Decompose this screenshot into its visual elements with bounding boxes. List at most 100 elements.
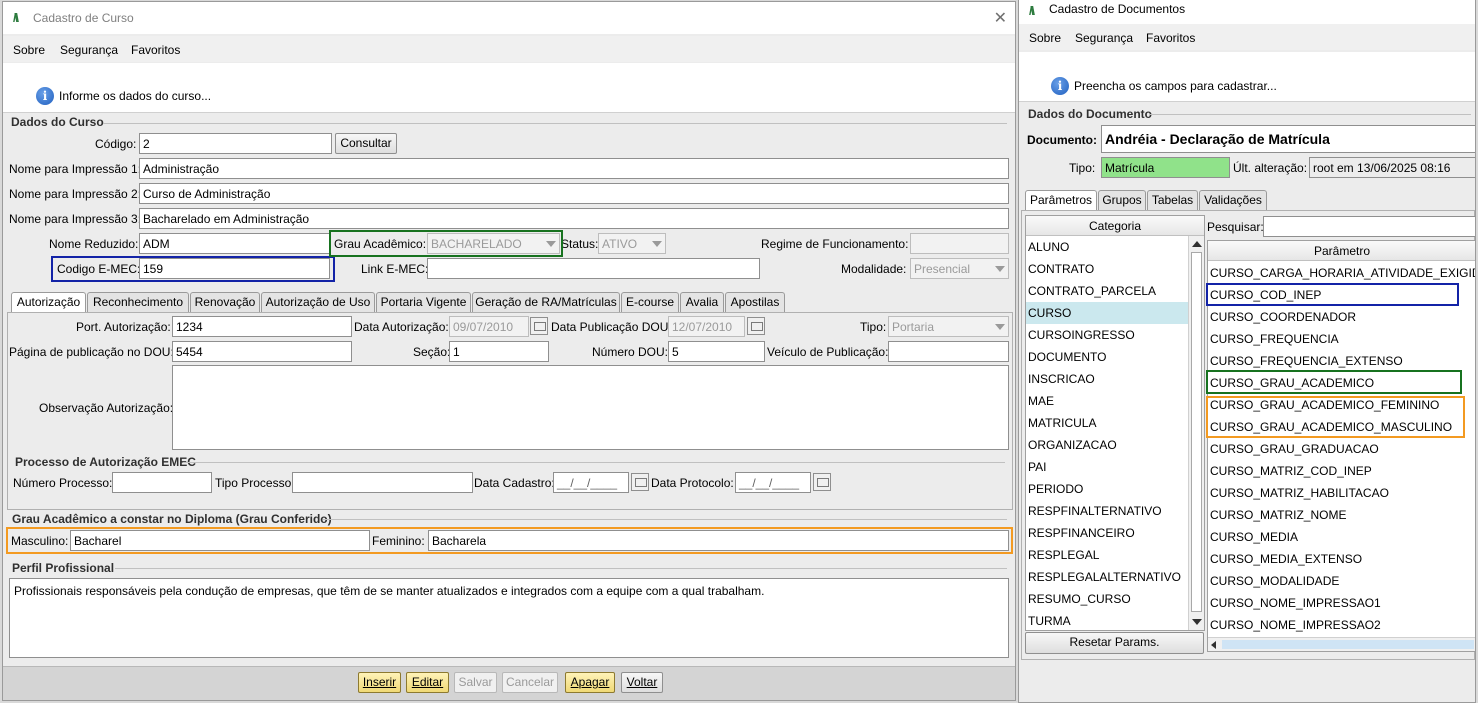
calendar-icon[interactable] (813, 473, 831, 491)
tab-validacoes[interactable]: Validações (1199, 190, 1267, 210)
perfil-textarea[interactable]: Profissionais responsáveis pela condução… (9, 578, 1009, 658)
tipo-processo-field[interactable] (292, 472, 473, 493)
status-select[interactable]: ATIVO (598, 233, 666, 254)
parametro-item[interactable]: CURSO_GRAU_ACADEMICO (1208, 372, 1475, 394)
tab-apostilas[interactable]: Apostilas (725, 292, 785, 312)
editar-button[interactable]: Editar (406, 672, 449, 693)
nome1-field[interactable]: Administração (139, 158, 1009, 179)
tab-reconhecimento[interactable]: Reconhecimento (87, 292, 189, 312)
pesquisar-input[interactable] (1263, 216, 1475, 237)
nome3-field[interactable]: Bacharelado em Administração (139, 208, 1009, 229)
parametro-item[interactable]: CURSO_FREQUENCIA (1208, 328, 1475, 350)
menu-sobre[interactable]: Sobre (13, 43, 45, 57)
scroll-down-icon[interactable] (1192, 619, 1202, 625)
data-protocolo-field[interactable]: __/__/____ (735, 472, 811, 493)
menu-sobre[interactable]: Sobre (1029, 31, 1061, 45)
voltar-button[interactable]: Voltar (621, 672, 663, 693)
documento-field[interactable]: Andréia - Declaração de Matrícula (1101, 125, 1475, 153)
parametro-item[interactable]: CURSO_COORDENADOR (1208, 306, 1475, 328)
tab-parametros[interactable]: Parâmetros (1025, 190, 1097, 211)
grau-academico-select[interactable]: BACHARELADO (427, 233, 560, 254)
numero-dou-field[interactable]: 5 (668, 341, 765, 362)
categoria-item[interactable]: CURSOINGRESSO (1026, 324, 1204, 346)
modalidade-select[interactable]: Presencial (910, 258, 1009, 279)
menu-seguranca[interactable]: Segurança (1075, 31, 1133, 45)
inserir-button[interactable]: Inserir (358, 672, 401, 693)
categoria-item[interactable]: RESPFINANCEIRO (1026, 522, 1204, 544)
tab-portaria-vigente[interactable]: Portaria Vigente (376, 292, 471, 312)
nome-reduzido-field[interactable]: ADM (139, 233, 330, 254)
apagar-button[interactable]: Apagar (565, 672, 615, 693)
emec-field[interactable]: 159 (139, 258, 330, 279)
tipo-select[interactable]: Portaria (888, 316, 1009, 337)
calendar-icon[interactable] (530, 317, 548, 335)
nome2-field[interactable]: Curso de Administração (139, 183, 1009, 204)
numero-processo-field[interactable] (112, 472, 212, 493)
scroll-up-icon[interactable] (1192, 241, 1202, 247)
link-emec-field[interactable] (427, 258, 760, 279)
parametro-item[interactable]: CURSO_COD_INEP (1208, 284, 1475, 306)
calendar-icon[interactable] (747, 317, 765, 335)
salvar-button[interactable]: Salvar (454, 672, 497, 693)
categoria-item[interactable]: RESPLEGAL (1026, 544, 1204, 566)
parametro-item[interactable]: CURSO_MODALIDADE (1208, 570, 1475, 592)
parametro-list[interactable]: Parâmetro CURSO_CARGA_HORARIA_ATIVIDADE_… (1207, 240, 1475, 652)
cancelar-button[interactable]: Cancelar (502, 672, 558, 693)
codigo-field[interactable]: 2 (139, 133, 332, 154)
parametro-item[interactable]: CURSO_MATRIZ_COD_INEP (1208, 460, 1475, 482)
parametro-item[interactable]: CURSO_MATRIZ_HABILITACAO (1208, 482, 1475, 504)
masculino-field[interactable]: Bacharel (70, 530, 370, 551)
secao-field[interactable]: 1 (449, 341, 549, 362)
categoria-item[interactable]: CONTRATO (1026, 258, 1204, 280)
observacao-textarea[interactable] (172, 365, 1009, 450)
parametro-item[interactable]: CURSO_MEDIA_EXTENSO (1208, 548, 1475, 570)
parametro-item[interactable]: CURSO_GRAU_GRADUACAO (1208, 438, 1475, 460)
categoria-item[interactable]: DOCUMENTO (1026, 346, 1204, 368)
categoria-item[interactable]: ORGANIZACAO (1026, 434, 1204, 456)
menu-seguranca[interactable]: Segurança (60, 43, 118, 57)
categoria-item[interactable]: PAI (1026, 456, 1204, 478)
parametro-item[interactable]: CURSO_MEDIA (1208, 526, 1475, 548)
data-cadastro-field[interactable]: __/__/____ (553, 472, 629, 493)
veiculo-field[interactable] (888, 341, 1009, 362)
categoria-item[interactable]: PERIODO (1026, 478, 1204, 500)
scroll-left-icon[interactable] (1211, 641, 1216, 649)
categoria-item[interactable]: RESPLEGALALTERNATIVO (1026, 566, 1204, 588)
parametro-item[interactable]: CURSO_GRAU_ACADEMICO_FEMININO (1208, 394, 1475, 416)
tab-grupos[interactable]: Grupos (1098, 190, 1146, 210)
pagina-field[interactable]: 5454 (172, 341, 352, 362)
resetar-params-button[interactable]: Resetar Params. (1025, 632, 1204, 654)
categoria-item[interactable]: RESUMO_CURSO (1026, 588, 1204, 610)
data-publicacao-field[interactable]: 12/07/2010 (668, 316, 745, 337)
data-autorizacao-field[interactable]: 09/07/2010 (449, 316, 529, 337)
feminino-field[interactable]: Bacharela (428, 530, 1009, 551)
categoria-item[interactable]: INSCRICAO (1026, 368, 1204, 390)
parametro-item[interactable]: CURSO_NOME_IMPRESSAO1 (1208, 592, 1475, 614)
parametro-item[interactable]: CURSO_MATRIZ_NOME (1208, 504, 1475, 526)
tab-autorizacao-de-uso[interactable]: Autorização de Uso (261, 292, 375, 312)
close-icon[interactable]: ✕ (994, 8, 1007, 28)
tab-tabelas[interactable]: Tabelas (1147, 190, 1198, 210)
categoria-item[interactable]: MAE (1026, 390, 1204, 412)
tab-renovacao[interactable]: Renovação (190, 292, 260, 312)
regime-field[interactable] (910, 233, 1009, 254)
scroll-thumb[interactable] (1222, 640, 1474, 649)
categoria-item[interactable]: CURSO (1026, 302, 1204, 324)
port-autorizacao-field[interactable]: 1234 (172, 316, 352, 337)
categoria-list[interactable]: Categoria ALUNO CONTRATO CONTRATO_PARCELA C… (1025, 215, 1205, 631)
tab-autorizacao[interactable]: Autorização (11, 292, 86, 313)
menu-favoritos[interactable]: Favoritos (131, 43, 180, 57)
menu-favoritos[interactable]: Favoritos (1146, 31, 1195, 45)
tab-avalia[interactable]: Avalia (680, 292, 724, 312)
parametro-item[interactable]: CURSO_CARGA_HORARIA_ATIVIDADE_EXIGIDA (1208, 262, 1475, 284)
parametro-item[interactable]: CURSO_NOME_IMPRESSAO2 (1208, 614, 1475, 636)
tab-geracao-ra[interactable]: Geração de RA/Matrículas (472, 292, 620, 312)
scroll-thumb[interactable] (1191, 252, 1202, 612)
categoria-item[interactable]: MATRICULA (1026, 412, 1204, 434)
calendar-icon[interactable] (631, 473, 649, 491)
horizontal-scrollbar[interactable] (1208, 637, 1475, 651)
categoria-item[interactable]: CONTRATO_PARCELA (1026, 280, 1204, 302)
categoria-item[interactable]: TURMA (1026, 610, 1204, 630)
categoria-item[interactable]: ALUNO (1026, 236, 1204, 258)
tipo-field[interactable]: Matrícula (1101, 157, 1230, 178)
